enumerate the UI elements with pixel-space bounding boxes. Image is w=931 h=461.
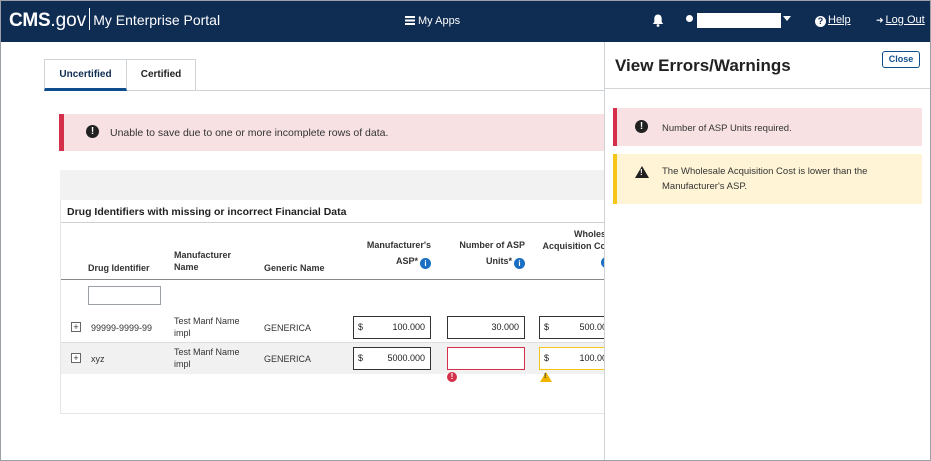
toolbar-band bbox=[60, 170, 605, 200]
cell-drug-identifier: xyz bbox=[91, 354, 105, 364]
col-header-units-line1: Number of ASP bbox=[459, 240, 525, 250]
logout-label: Log Out bbox=[885, 14, 925, 26]
error-icon: ! bbox=[86, 125, 99, 138]
my-apps-button[interactable]: My Apps bbox=[405, 15, 460, 27]
expand-row-button[interactable]: + bbox=[71, 322, 81, 332]
panel-title: View Errors/Warnings bbox=[615, 56, 791, 75]
col-header-drug-identifier[interactable]: Drug Identifier bbox=[88, 262, 150, 274]
wac-value: 500.00 bbox=[579, 322, 607, 332]
financial-data-section: Drug Identifiers with missing or incorre… bbox=[60, 200, 609, 414]
help-link[interactable]: ? Help bbox=[815, 14, 851, 27]
col-header-wholesale-cost[interactable]: Wholes Acquisition Co bbox=[539, 228, 607, 252]
panel-warning-item[interactable]: ! The Wholesale Acquisition Cost is lowe… bbox=[613, 154, 922, 204]
col-header-wac-line2: Acquisition Co bbox=[542, 241, 607, 251]
asp-currency: $ bbox=[358, 322, 364, 332]
brand-logo[interactable]: CMS.gov My Enterprise Portal bbox=[9, 8, 220, 32]
cell-manufacturer-line1: Test Manf Name bbox=[174, 316, 240, 326]
info-icon[interactable]: i bbox=[420, 258, 431, 269]
wac-currency: $ bbox=[544, 322, 550, 332]
panel-error-text: Number of ASP Units required. bbox=[662, 123, 792, 134]
header-divider bbox=[61, 279, 606, 280]
panel-divider bbox=[605, 88, 931, 89]
cell-drug-identifier: 99999-9999-99 bbox=[91, 323, 153, 333]
help-icon: ? bbox=[815, 16, 826, 27]
error-alert-text: Unable to save due to one or more incomp… bbox=[110, 127, 389, 139]
asp-currency: $ bbox=[358, 353, 364, 363]
table-row: + xyz Test Manf Name impl GENERICA $ 500… bbox=[61, 343, 609, 382]
wac-currency: $ bbox=[544, 353, 550, 363]
section-divider bbox=[61, 222, 606, 223]
table-row: + 99999-9999-99 Test Manf Name impl GENE… bbox=[61, 312, 609, 343]
cell-manufacturer-line2: impl bbox=[174, 328, 191, 338]
warning-icon: ! bbox=[635, 166, 649, 178]
asp-units-input[interactable]: 30.000 bbox=[447, 316, 525, 339]
wholesale-cost-input[interactable]: $ 500.00 bbox=[539, 316, 609, 339]
asp-value: 5000.000 bbox=[387, 353, 425, 363]
top-nav-bar: CMS.gov My Enterprise Portal My Apps ? Hel… bbox=[0, 0, 931, 42]
help-label: Help bbox=[828, 14, 851, 26]
clipped-heading bbox=[43, 40, 193, 45]
asp-units-input[interactable] bbox=[447, 347, 525, 370]
col-header-wac-line1: Wholes bbox=[573, 229, 606, 239]
panel-warning-text: The Wholesale Acquisition Cost is lower … bbox=[662, 166, 868, 192]
section-title: Drug Identifiers with missing or incorre… bbox=[67, 206, 347, 218]
brand-gov: .gov bbox=[50, 10, 87, 31]
user-name-redacted bbox=[697, 13, 781, 28]
cell-manufacturer-line2: impl bbox=[174, 359, 191, 369]
cell-manufacturer-name: Test Manf Name impl bbox=[174, 346, 240, 370]
close-button[interactable]: Close bbox=[882, 51, 920, 68]
cell-manufacturer-name: Test Manf Name impl bbox=[174, 315, 240, 339]
tab-bar: Uncertified Certified bbox=[44, 59, 604, 91]
info-icon[interactable]: i bbox=[514, 258, 525, 269]
drug-identifier-filter-input[interactable] bbox=[88, 286, 161, 305]
apps-icon bbox=[405, 16, 415, 25]
col-header-manufacturer-line1: Manufacturer bbox=[174, 250, 232, 260]
field-warning-icon: ! bbox=[540, 372, 552, 382]
chevron-down-icon bbox=[783, 16, 791, 21]
asp-units-value: 30.000 bbox=[491, 322, 519, 332]
logout-icon: ➜ bbox=[876, 15, 884, 25]
tab-uncertified[interactable]: Uncertified bbox=[44, 59, 127, 91]
brand-divider bbox=[89, 8, 91, 30]
col-header-manufacturer-name[interactable]: Manufacturer Name bbox=[174, 249, 231, 273]
asp-input[interactable]: $ 5000.000 bbox=[353, 347, 431, 370]
user-icon bbox=[686, 15, 693, 22]
bell-icon[interactable] bbox=[652, 14, 664, 27]
expand-row-button[interactable]: + bbox=[71, 353, 81, 363]
col-header-units-line2: Units* bbox=[485, 256, 512, 266]
tab-certified[interactable]: Certified bbox=[127, 59, 196, 91]
panel-error-item[interactable]: ! Number of ASP Units required. bbox=[613, 108, 922, 146]
field-error-icon: ! bbox=[447, 372, 457, 382]
errors-warnings-panel: View Errors/Warnings Close ! Number of A… bbox=[604, 42, 931, 461]
my-apps-label: My Apps bbox=[418, 15, 461, 27]
error-alert-banner: ! Unable to save due to one or more inco… bbox=[59, 114, 604, 151]
cell-manufacturer-line1: Test Manf Name bbox=[174, 347, 240, 357]
logout-link[interactable]: ➜ Log Out bbox=[876, 14, 925, 26]
cell-generic-name: GENERICA bbox=[264, 354, 312, 364]
portal-name: My Enterprise Portal bbox=[93, 12, 221, 28]
error-icon: ! bbox=[635, 120, 648, 133]
col-header-manufacturer-asp[interactable]: Manufacturer's ASP* i bbox=[357, 239, 431, 269]
col-header-manufacturer-line2: Name bbox=[174, 262, 199, 272]
col-header-asp-units[interactable]: Number of ASP Units* i bbox=[451, 239, 525, 269]
col-header-generic-name[interactable]: Generic Name bbox=[264, 262, 325, 274]
wholesale-cost-input[interactable]: $ 100.00 bbox=[539, 347, 609, 370]
col-header-asp-line1: Manufacturer's bbox=[366, 240, 431, 250]
wac-value: 100.00 bbox=[579, 353, 607, 363]
cell-generic-name: GENERICA bbox=[264, 323, 312, 333]
brand-cms: CMS bbox=[9, 10, 51, 31]
asp-input[interactable]: $ 100.000 bbox=[353, 316, 431, 339]
asp-value: 100.000 bbox=[392, 322, 425, 332]
col-header-asp-line2: ASP* bbox=[395, 256, 418, 266]
